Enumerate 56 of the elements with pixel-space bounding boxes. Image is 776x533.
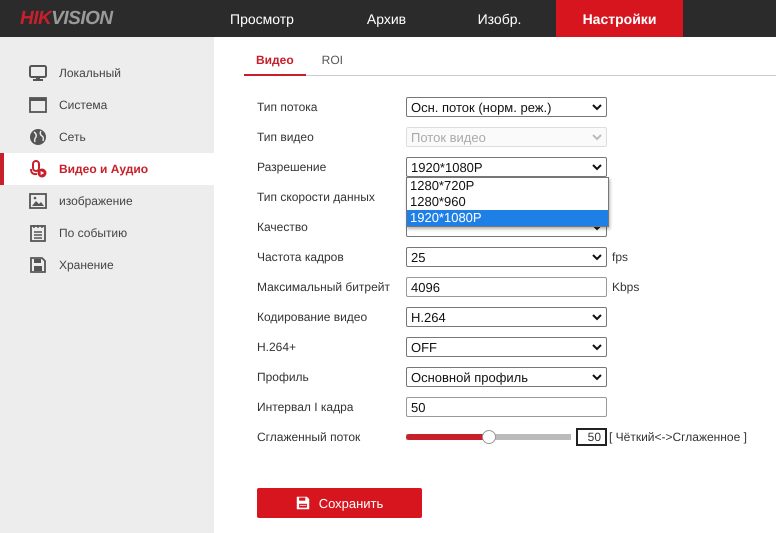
nav-tab[interactable]: Архив [330,0,443,37]
caret-icon [592,344,602,350]
nav-tab[interactable]: Изобр. [443,0,556,37]
sidebar-item[interactable]: Система [0,89,214,121]
field-label: Частота кадров [257,250,345,264]
dropdown[interactable]: 25 [406,247,607,267]
unit-label: fps [612,250,628,264]
input-field[interactable]: 50 [406,397,607,417]
dropdown-option[interactable]: 1280*960 [407,194,608,210]
globe-icon [29,128,47,146]
sidebar-item[interactable]: Локальный [0,57,214,89]
nav-tab[interactable]: Просмотр [230,0,330,37]
caret-icon [592,374,602,380]
tab[interactable]: ROI [310,49,356,75]
sidebar-item[interactable]: Сеть [0,121,214,153]
field-label: Тип видео [257,130,315,144]
mic-icon [29,160,47,178]
unit-label: Kbps [612,280,640,294]
dropdown[interactable]: 1920*1080P [406,157,607,177]
dropdown[interactable]: OFF [406,337,607,357]
window-icon [29,96,47,114]
field-label: Тип скорости данных [257,190,376,204]
sidebar-item[interactable]: Хранение [0,249,214,281]
caret-icon [592,104,602,110]
caret-icon [592,164,602,170]
save-button[interactable]: Сохранить [257,488,422,518]
image-icon [29,192,47,210]
field-label: Кодирование видео [257,310,368,324]
field-label: Интервал I кадра [257,400,354,414]
nav-tab[interactable]: Настройки [556,0,683,37]
monitor-icon [29,64,47,82]
dropdown-option[interactable]: 1280*720P [407,178,608,194]
caret-icon [592,254,602,260]
calendar-icon [29,224,47,242]
logo: HIKVISION [19,6,114,30]
field-label: Разрешение [257,160,328,174]
field-label: Максимальный битрейт [257,280,391,294]
field-label: Сглаженный поток [257,430,362,444]
tab[interactable]: Видео [244,49,306,76]
unit-label: [ Чёткий<->Сглаженное ] [609,430,747,444]
field-label: Качество [257,220,309,234]
sidebar-item[interactable]: Видео и Аудио [0,153,214,185]
field-label: Профиль [257,370,310,384]
caret-icon [592,134,602,140]
slider-thumb[interactable] [482,430,496,444]
field-label: H.264+ [257,340,298,354]
field-label: Тип потока [257,100,318,114]
dropdown[interactable]: Основной профиль [406,367,607,387]
dropdown[interactable]: H.264 [406,307,607,327]
dropdown-option[interactable]: 1920*1080P [407,210,608,226]
input-field[interactable]: 4096 [406,277,607,297]
slider-value[interactable]: 50 [576,428,607,446]
sidebar-item[interactable]: изображение [0,185,214,217]
caret-icon [592,314,602,320]
sidebar-item[interactable]: По событию [0,217,214,249]
dropdown[interactable]: Осн. поток (норм. реж.) [406,97,607,117]
